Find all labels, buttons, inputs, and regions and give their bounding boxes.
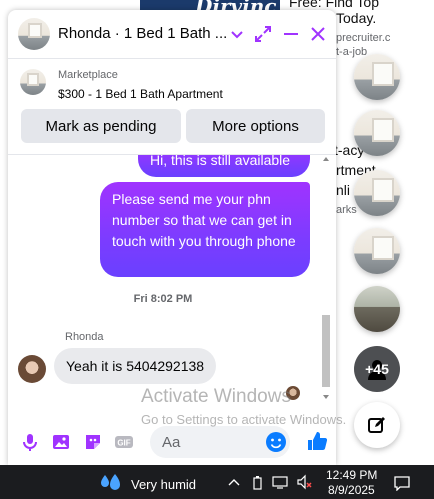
network-icon[interactable] [272,475,288,489]
background-text: Today. [336,10,377,26]
message-incoming: Yeah it is 5404292138 [54,348,217,384]
close-icon[interactable] [307,23,329,45]
microphone-icon[interactable] [20,432,40,452]
mark-as-pending-button[interactable]: Mark as pending [21,109,181,143]
sticker-icon[interactable] [83,432,103,452]
chat-header[interactable]: Rhonda · 1 Bed 1 Bath ... [8,10,336,59]
volume-muted-icon[interactable] [296,474,314,490]
gif-icon[interactable]: GIF [114,432,134,452]
contact-avatar[interactable] [18,18,50,50]
listing-thumbnail[interactable] [20,69,46,95]
sender-avatar[interactable] [18,355,46,383]
time-separator: Fri 8:02 PM [133,293,193,305]
chevron-up-icon[interactable] [228,477,240,487]
compose-icon [368,417,385,433]
message-outgoing: Hi, this is still available [138,155,310,177]
scrollbar[interactable] [320,155,332,405]
chat-head-avatar[interactable] [354,110,400,156]
weather-text[interactable]: Very humid [131,477,196,492]
clock-date[interactable]: 8/9/2025 [328,483,375,497]
minimize-icon[interactable] [280,23,302,45]
message-text: Hi, this is still available [150,155,291,168]
chat-title[interactable]: Rhonda · 1 Bed 1 Bath ... [58,25,227,42]
emoji-icon[interactable] [265,431,287,453]
image-icon[interactable] [51,432,71,452]
listing-source: Marketplace [58,69,118,81]
more-chats-count: +45 [365,361,389,377]
background-text: nli [336,182,351,198]
humidity-icon[interactable] [100,472,124,494]
chat-head-avatar[interactable] [354,228,400,274]
svg-text:GIF: GIF [117,439,130,448]
message-input-placeholder: Aa [162,434,181,451]
clock-time[interactable]: 12:49 PM [326,468,377,482]
sender-name: Rhonda [65,331,104,343]
chat-head-avatar[interactable] [354,170,400,216]
marketplace-listing: Marketplace $300 - 1 Bed 1 Bath Apartmen… [8,59,336,155]
background-link[interactable]: precruiter.c [336,32,390,44]
message-outgoing: Please send me your phn number so that w… [100,182,310,277]
message-text: Yeah it is 5404292138 [66,358,205,374]
listing-name[interactable]: $300 - 1 Bed 1 Bath Apartment [58,87,223,101]
more-chats-button[interactable]: +45 [354,346,400,392]
notifications-icon[interactable] [393,475,411,491]
scrollbar-track [322,157,330,399]
background-text: Free: Find Top [289,0,380,10]
new-message-button[interactable] [354,402,400,448]
chat-head-avatar[interactable] [354,54,400,100]
activate-windows-subtext: Go to Settings to activate Windows. [141,412,347,427]
thumbs-up-icon[interactable] [306,430,328,452]
message-text: Please send me your phn number so that w… [112,191,296,249]
activate-windows-watermark: Activate Windows [141,386,291,407]
more-options-button[interactable]: More options [186,109,325,143]
chevron-down-icon[interactable] [226,23,248,45]
taskbar: Very humid 12:49 PM 8/9/2025 [0,465,434,499]
expand-icon[interactable] [252,23,274,45]
chat-head-avatar[interactable] [354,286,400,332]
battery-icon[interactable] [250,475,264,491]
